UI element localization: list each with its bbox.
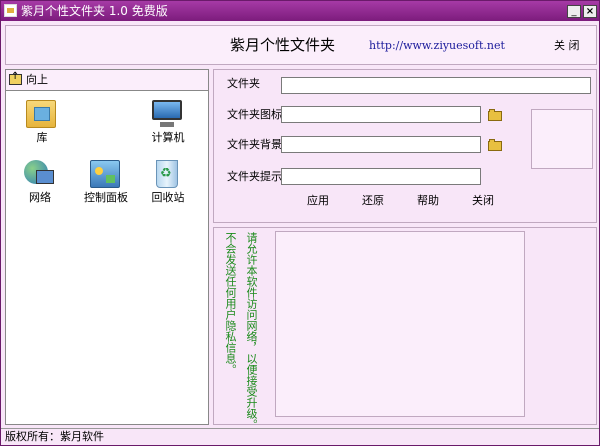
apply-button[interactable]: 应用	[307, 194, 329, 208]
browser-item-label: 计算机	[151, 131, 185, 144]
browser-item-recycle-bin[interactable]: 回收站	[138, 160, 198, 208]
browser-item-control-panel[interactable]: 控制面板	[76, 160, 136, 208]
browser-item-network[interactable]: 网络	[10, 160, 70, 208]
folder-browser: 向上 库 计算机 网络 控制面板 回收站	[5, 69, 209, 425]
browser-item-label: 库	[36, 131, 48, 144]
folder-path-input[interactable]	[281, 77, 591, 94]
folder-icon-input[interactable]	[281, 106, 481, 123]
control-panel-icon	[90, 160, 120, 188]
minimize-button[interactable]: _	[567, 5, 581, 18]
close-button[interactable]: 关闭	[472, 194, 494, 208]
header-panel: 紫月个性文件夹 http://www.ziyuesoft.net 关 闭	[5, 25, 597, 65]
header-title: 紫月个性文件夹	[230, 36, 336, 54]
recycle-bin-icon	[156, 160, 178, 188]
browser-item-label: 控制面板	[84, 191, 128, 204]
computer-icon	[152, 100, 182, 127]
app-folder-icon	[4, 4, 17, 17]
privacy-notice-text: 不会发送任何用户隐私信息。	[224, 232, 237, 375]
browser-item-label: 回收站	[151, 191, 185, 204]
folder-tip-input[interactable]	[281, 168, 481, 185]
icon-preview	[531, 109, 593, 169]
library-icon	[26, 100, 56, 128]
folder-tip-label: 文件夹提示	[227, 170, 282, 183]
window-title: 紫月个性文件夹 1.0 免费版	[21, 4, 168, 18]
folder-icon-label: 文件夹图标	[227, 108, 282, 121]
title-bar[interactable]: 紫月个性文件夹 1.0 免费版 _ ×	[1, 1, 599, 21]
browser-item-computer[interactable]: 计算机	[138, 100, 198, 148]
network-notice-text: 请允许本软件访问网络，以便接受升级。	[245, 232, 258, 430]
app-window: 紫月个性文件夹 1.0 免费版 _ × 紫月个性文件夹 http://www.z…	[0, 0, 600, 446]
status-bar: 版权所有：紫月软件	[1, 428, 599, 445]
browser-item-library[interactable]: 库	[12, 100, 72, 148]
info-text-area	[275, 231, 525, 417]
help-button[interactable]: 帮助	[417, 194, 439, 208]
up-button[interactable]: 向上	[6, 70, 208, 91]
window-close-button[interactable]: ×	[583, 5, 597, 18]
website-link[interactable]: http://www.ziyuesoft.net	[369, 39, 505, 53]
folder-background-label: 文件夹背景	[227, 138, 282, 151]
up-label: 向上	[26, 73, 48, 86]
header-close-button[interactable]: 关 闭	[554, 39, 580, 53]
folder-up-icon	[9, 71, 22, 85]
folder-background-input[interactable]	[281, 136, 481, 153]
browse-icon-button[interactable]	[488, 108, 504, 121]
restore-button[interactable]: 还原	[362, 194, 384, 208]
folder-label: 文件夹	[227, 77, 260, 90]
copyright-text: 版权所有：紫月软件	[5, 430, 104, 443]
browser-item-label: 网络	[29, 191, 51, 204]
browse-background-button[interactable]	[488, 138, 504, 151]
network-icon	[24, 160, 54, 184]
